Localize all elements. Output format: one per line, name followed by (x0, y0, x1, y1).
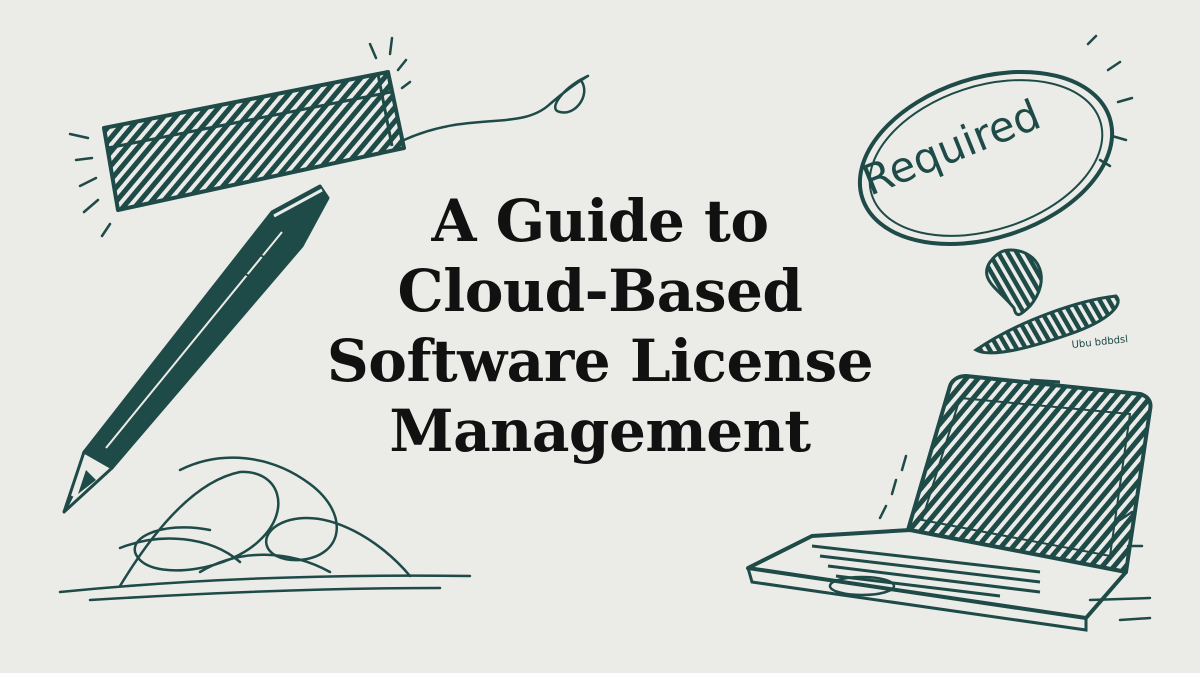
title-line-4: Management (389, 397, 811, 465)
title-line-2: Cloud-Based (397, 257, 803, 325)
page-title: A Guide to Cloud-Based Software License … (290, 186, 910, 466)
hero-canvas: Required Ubu bdbdsl A Guide to Cloud-Bas… (0, 0, 1200, 673)
title-line-1: A Guide to (431, 187, 769, 255)
title-line-3: Software License (326, 327, 874, 395)
scribble-text: Ubu bdbdsl (1071, 334, 1128, 351)
scribble-swirl (58, 456, 472, 602)
